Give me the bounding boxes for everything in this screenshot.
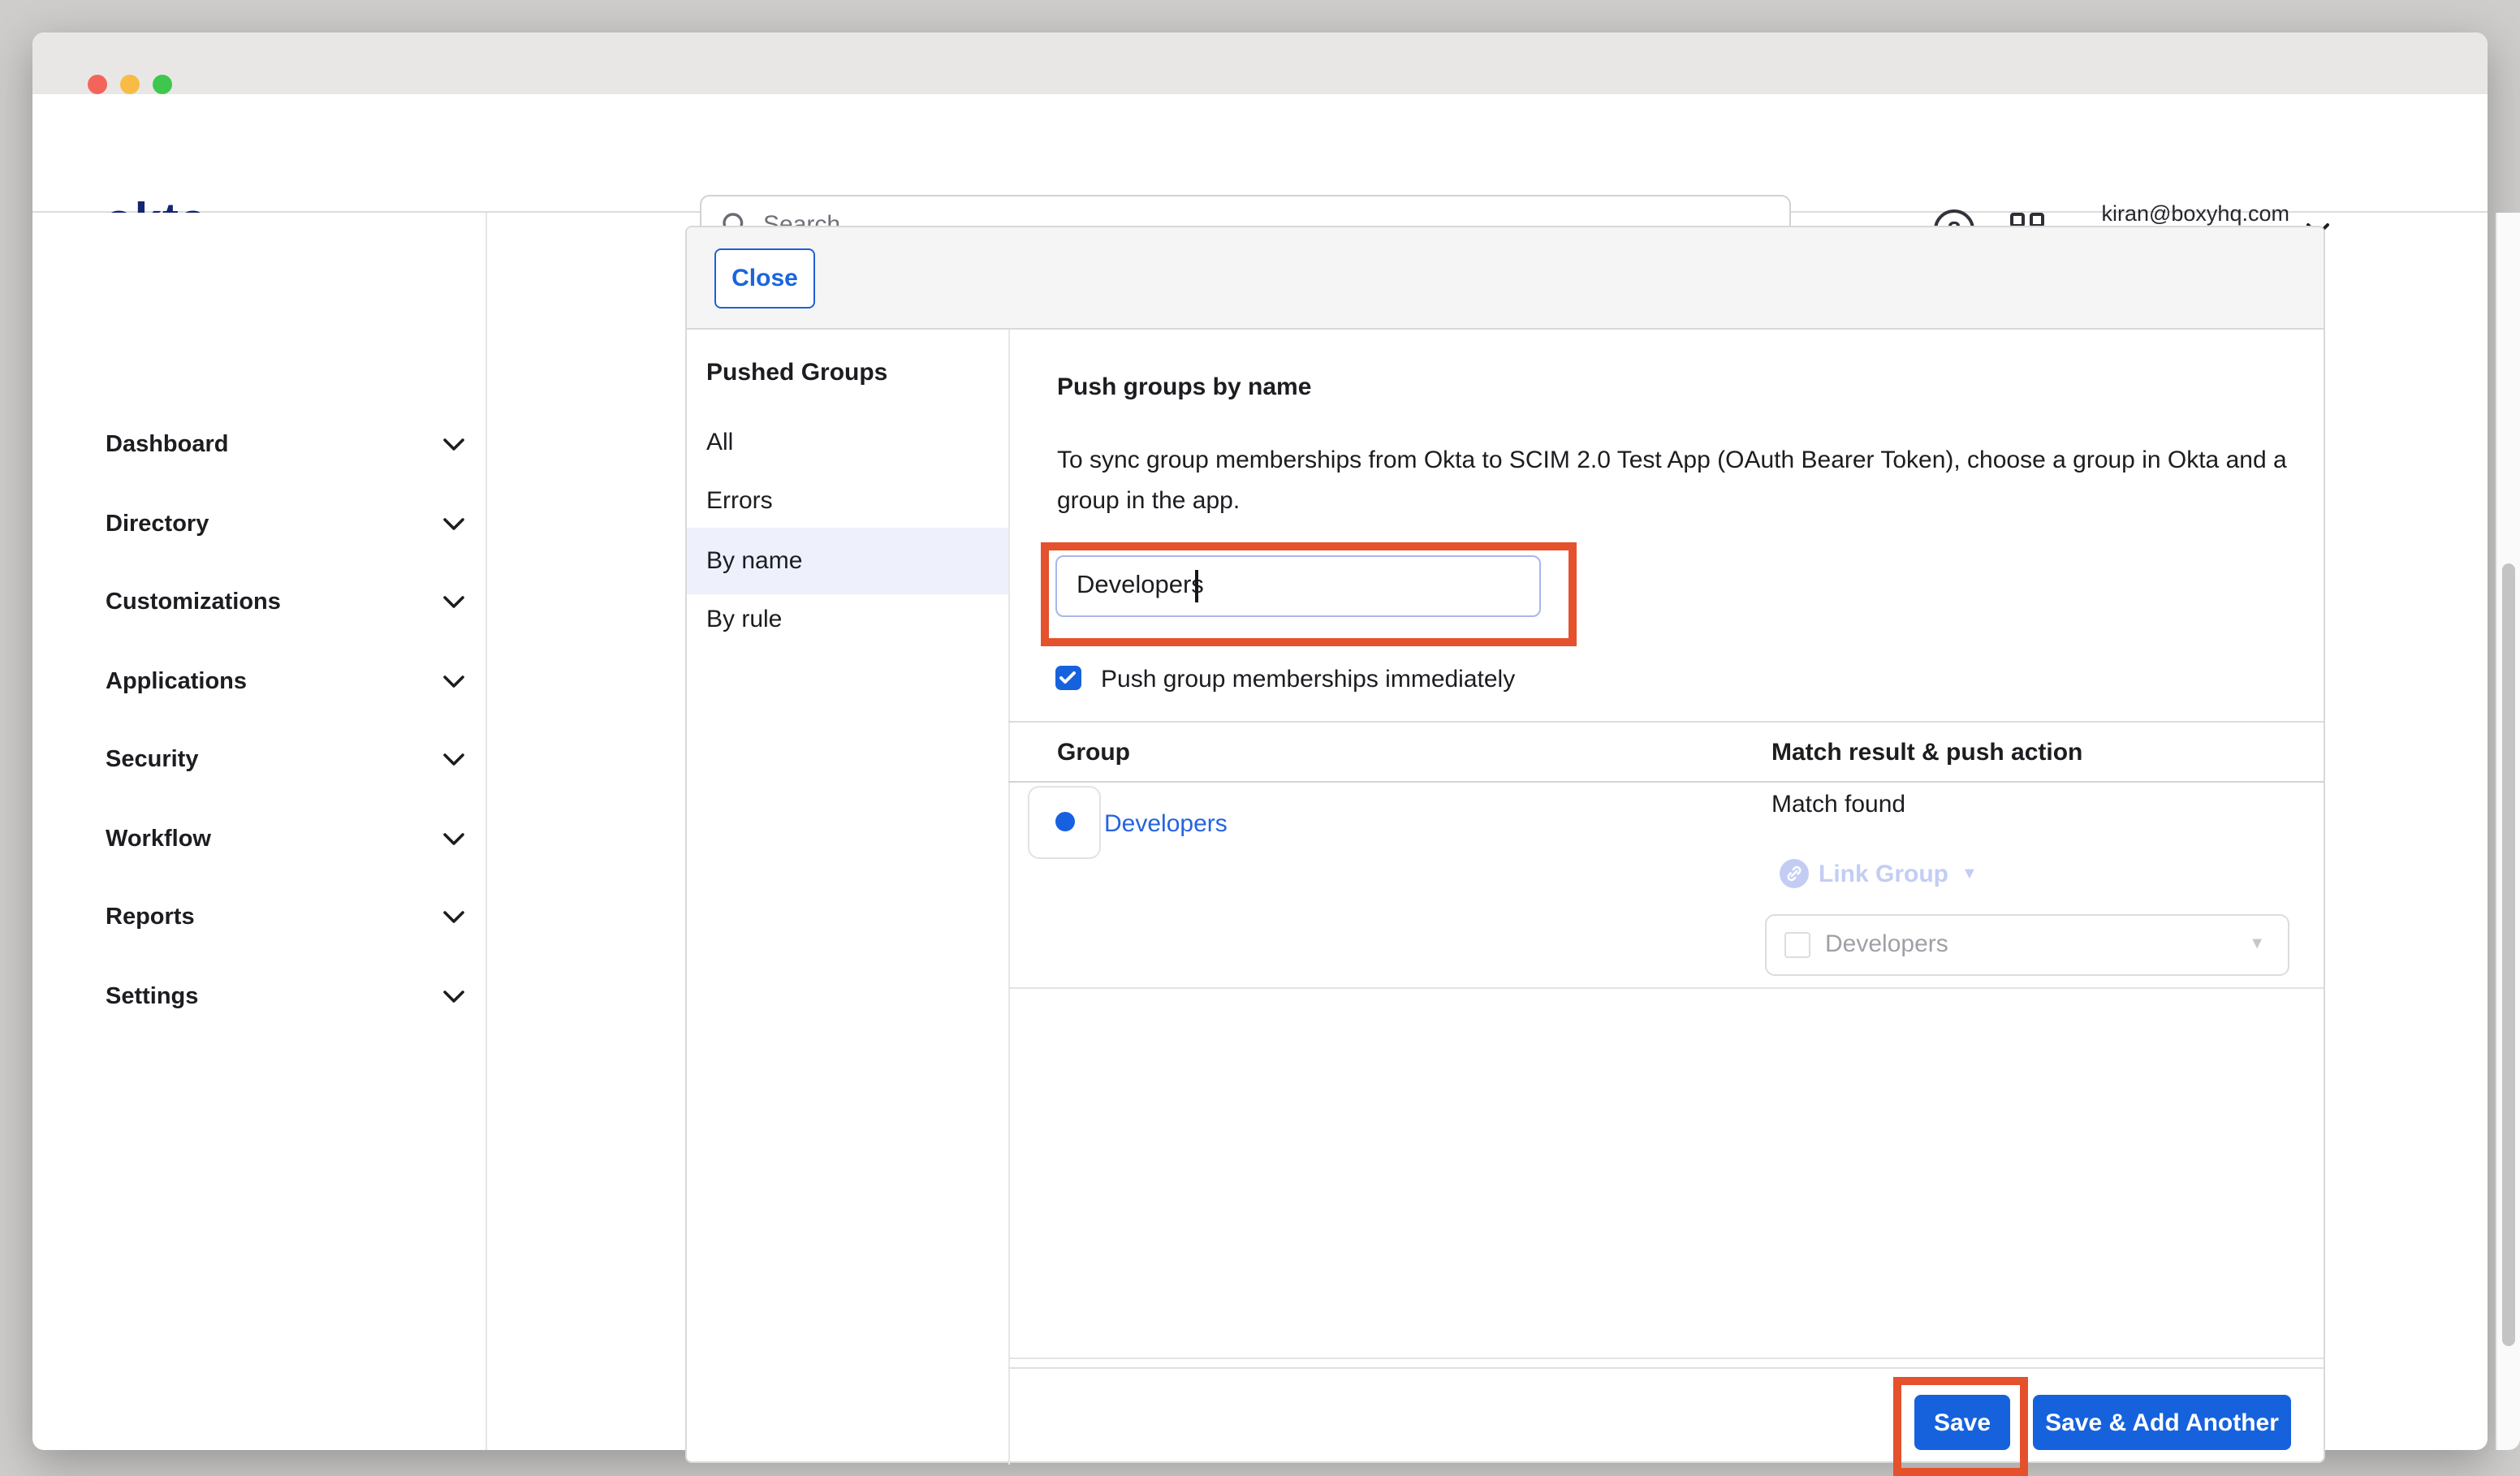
target-group-select[interactable]: Developers ▼ xyxy=(1765,913,2289,975)
chevron-down-icon xyxy=(443,832,464,845)
checkmark-icon xyxy=(1059,671,1077,685)
text-cursor xyxy=(1195,570,1197,602)
table-bottom-border xyxy=(1008,1357,2324,1358)
minimize-window-icon[interactable] xyxy=(120,75,140,94)
sidebar-item-workflow[interactable]: Workflow xyxy=(106,824,487,853)
chevron-down-icon xyxy=(443,675,464,688)
column-header-group: Group xyxy=(1057,738,1130,766)
group-checkbox-icon xyxy=(1784,931,1810,957)
chevron-down-icon xyxy=(443,596,464,609)
push-immediately-label: Push group memberships immediately xyxy=(1101,666,1515,693)
match-result-text: Match found xyxy=(1771,791,1905,818)
user-email: kiran@boxyhq.com xyxy=(2046,199,2289,227)
select-caret-icon: ▼ xyxy=(2249,935,2265,953)
chevron-down-icon xyxy=(443,753,464,766)
save-button[interactable]: Save xyxy=(1914,1395,2010,1450)
window-titlebar xyxy=(32,32,2488,93)
group-name-input[interactable] xyxy=(1055,555,1541,617)
push-immediately-checkbox[interactable] xyxy=(1055,665,1081,690)
zoom-window-icon[interactable] xyxy=(153,75,172,94)
pushed-groups-item-by-rule[interactable]: By rule xyxy=(687,590,1008,649)
group-name-link[interactable]: Developers xyxy=(1104,809,1228,837)
screen: okta ? kiran@boxyhq.com okta-dev-2090126… xyxy=(0,0,2520,1470)
selected-group-value: Developers xyxy=(1825,930,2249,958)
group-icon xyxy=(1028,785,1101,858)
footer-top-border xyxy=(1008,1366,2324,1368)
scrollbar-thumb[interactable] xyxy=(2501,563,2514,1346)
push-groups-panel: Close Pushed Groups All Errors By name B… xyxy=(685,226,2325,1463)
panel-divider xyxy=(1008,330,1010,1465)
pushed-groups-item-all[interactable]: All xyxy=(687,412,1008,471)
table-top-border xyxy=(1008,721,2324,723)
sidebar-item-customizations[interactable]: Customizations xyxy=(106,588,487,617)
description-text: To sync group memberships from Okta to S… xyxy=(1057,442,2340,521)
column-header-match: Match result & push action xyxy=(1771,738,2082,766)
pushed-groups-item-by-name[interactable]: By name xyxy=(687,528,1008,594)
link-group-caret-icon: ▼ xyxy=(1961,865,1978,883)
link-icon xyxy=(1780,859,1809,888)
row-bottom-border xyxy=(1008,987,2324,989)
link-group-button[interactable]: Link Group ▼ xyxy=(1780,859,1978,888)
close-window-icon[interactable] xyxy=(88,75,107,94)
page-title: Push groups by name xyxy=(1057,373,1311,401)
chevron-down-icon xyxy=(443,517,464,530)
save-add-another-button[interactable]: Save & Add Another xyxy=(2033,1395,2291,1450)
table-header-border xyxy=(1008,781,2324,783)
chevron-down-icon xyxy=(443,990,464,1003)
app-header: okta ? kiran@boxyhq.com okta-dev-2090126… xyxy=(32,93,2488,212)
app-window: okta ? kiran@boxyhq.com okta-dev-2090126… xyxy=(32,32,2488,1450)
link-group-label: Link Group xyxy=(1819,860,1948,887)
sidebar-item-settings[interactable]: Settings xyxy=(106,982,487,1011)
sidebar-nav: Dashboard Directory Customizations Appli… xyxy=(65,212,487,1449)
sidebar-item-applications[interactable]: Applications xyxy=(106,667,487,696)
sidebar-item-dashboard[interactable]: Dashboard xyxy=(106,430,487,460)
close-button[interactable]: Close xyxy=(714,248,815,309)
sidebar-item-reports[interactable]: Reports xyxy=(106,903,487,932)
pushed-groups-item-errors[interactable]: Errors xyxy=(687,472,1008,530)
panel-toolbar: Close xyxy=(687,227,2324,330)
chevron-down-icon xyxy=(443,438,464,451)
chevron-down-icon xyxy=(443,911,464,924)
okta-group-donut-icon xyxy=(1055,812,1074,831)
sidebar-item-security[interactable]: Security xyxy=(106,745,487,775)
pushed-groups-title: Pushed Groups xyxy=(706,359,887,386)
sidebar-item-directory[interactable]: Directory xyxy=(106,509,487,538)
